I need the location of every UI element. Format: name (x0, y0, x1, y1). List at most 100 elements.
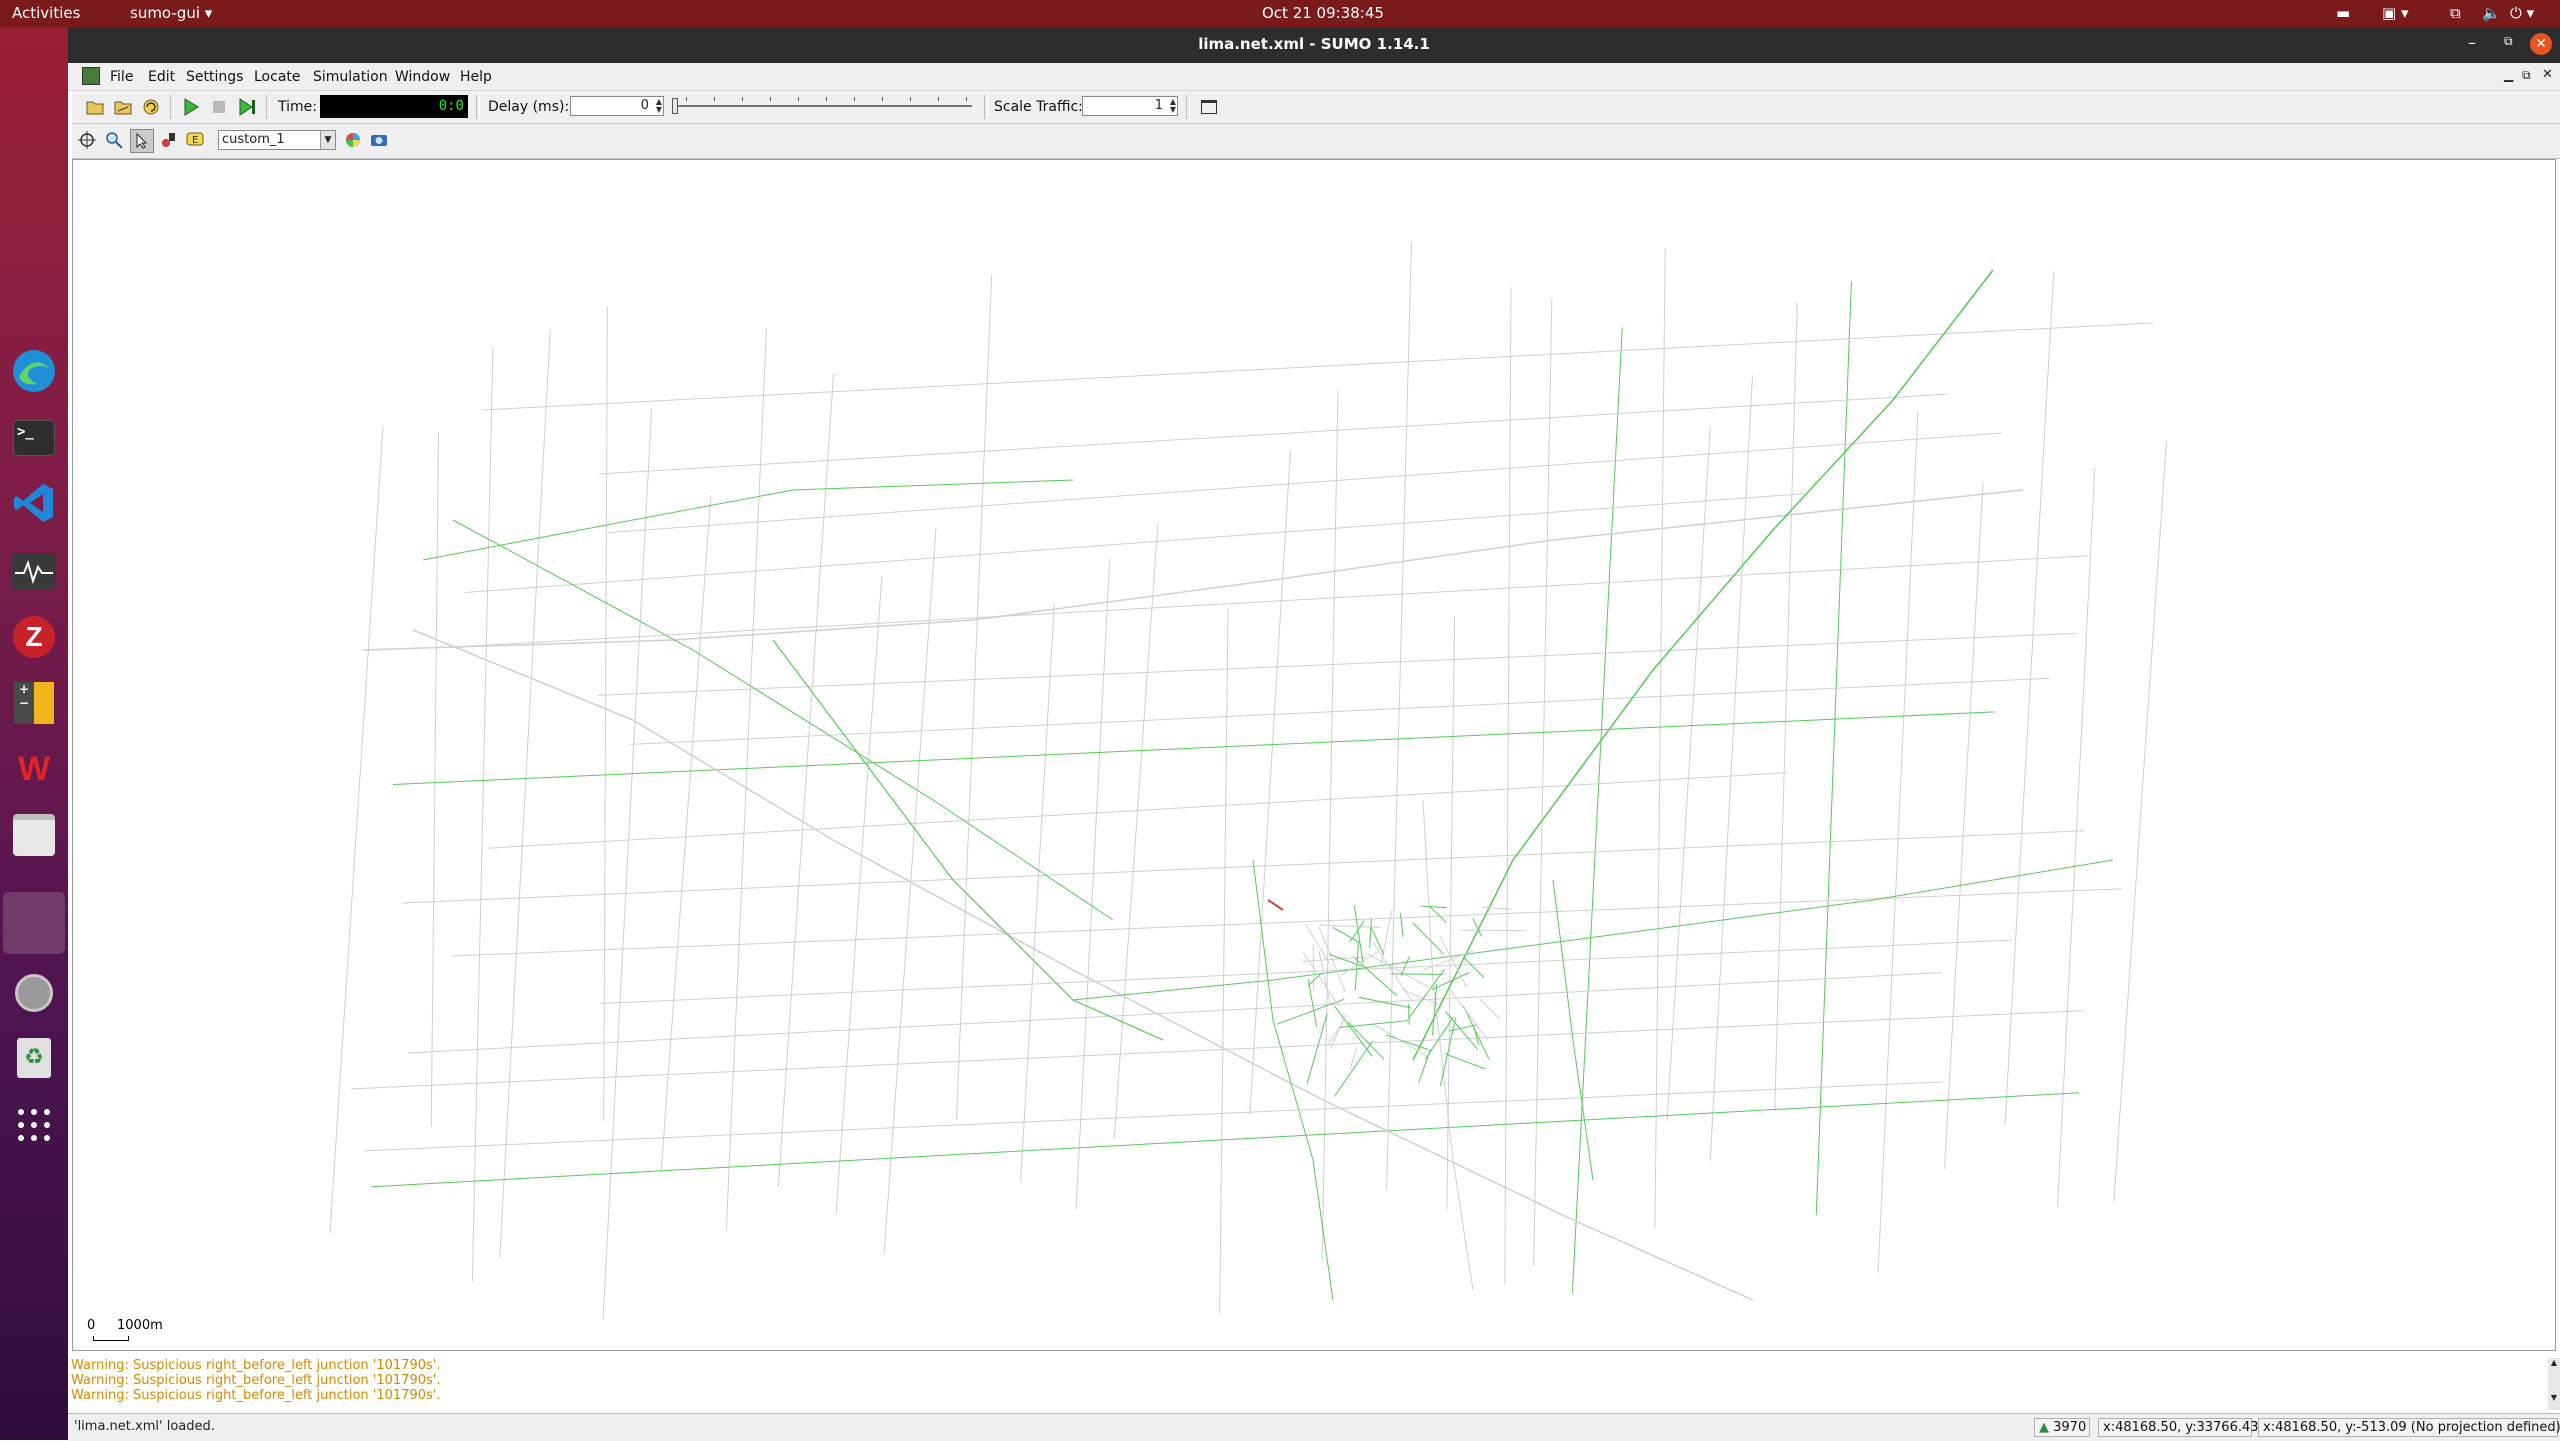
city-road-edge[interactable] (1401, 957, 1409, 976)
scale-traffic-input[interactable]: 1 ▲▼ (1082, 96, 1178, 116)
menu-help[interactable]: Help (460, 69, 492, 85)
highway-edge[interactable] (363, 490, 2023, 650)
road-edge[interactable] (1387, 243, 1412, 1189)
city-road-edge[interactable] (1445, 1054, 1485, 1069)
city-road-edge[interactable] (1342, 952, 1378, 975)
app-icon[interactable] (82, 67, 100, 85)
road-edge[interactable] (1073, 860, 2113, 1000)
menu-settings[interactable]: Settings (186, 69, 243, 85)
city-road-edge[interactable] (1463, 1006, 1489, 1060)
wps-office-icon[interactable]: W (8, 743, 60, 795)
network-icon[interactable]: ⧉ (2450, 4, 2461, 22)
road-edge[interactable] (450, 556, 2088, 647)
highway-edge[interactable] (413, 630, 1753, 1300)
road-edge[interactable] (1534, 299, 1552, 1266)
scale-spinner-icon[interactable]: ▲▼ (1165, 98, 1176, 114)
city-road-edge[interactable] (1335, 1006, 1373, 1056)
road-edge[interactable] (1775, 303, 1798, 1111)
power-icon[interactable]: ⏻ ▾ (2510, 4, 2534, 22)
clock[interactable]: Oct 21 09:38:45 (1262, 4, 1384, 22)
road-edge[interactable] (2005, 271, 2054, 1125)
restore-icon[interactable]: ⧉ (2504, 34, 2513, 49)
road-edge[interactable] (661, 495, 711, 1171)
menu-simulation[interactable]: Simulation (313, 69, 388, 85)
keyboard-indicator-icon[interactable]: ▬ (2336, 4, 2350, 22)
select-mode-icon[interactable] (130, 129, 154, 153)
new-view-icon[interactable] (1198, 96, 1220, 118)
road-edge[interactable] (2057, 468, 2094, 1207)
locate-edge-icon[interactable]: E (184, 129, 206, 151)
road-edge[interactable] (1021, 603, 1055, 1182)
chevron-down-icon[interactable]: ▼ (320, 131, 335, 149)
road-edge[interactable] (1322, 390, 1338, 1261)
road-edge[interactable] (598, 633, 2076, 695)
delay-input[interactable]: 0 ▲▼ (570, 96, 664, 116)
road-edge[interactable] (408, 973, 1942, 1053)
road-edge[interactable] (1710, 375, 1752, 1161)
city-road-edge[interactable] (1421, 906, 1447, 907)
activities-button[interactable]: Activities (12, 4, 80, 22)
road-edge[interactable] (778, 374, 833, 1187)
city-road-edge[interactable] (1440, 1018, 1455, 1086)
disk-icon[interactable] (8, 967, 60, 1019)
log-scrollbar[interactable]: ▲ ▼ (2548, 1358, 2560, 1410)
city-road-edge[interactable] (1372, 1024, 1426, 1056)
city-road-edge[interactable] (1277, 999, 1344, 1024)
road-edge[interactable] (603, 409, 652, 1320)
run-icon[interactable] (180, 96, 202, 118)
terminal-icon[interactable]: >_ (8, 412, 60, 464)
road-edge[interactable] (403, 831, 2084, 903)
road-edge[interactable] (431, 432, 438, 1127)
volume-icon[interactable]: 🔈 (2482, 4, 2501, 22)
congested-edge[interactable] (1268, 900, 1283, 910)
road-edge[interactable] (351, 1011, 2084, 1089)
menu-locate[interactable]: Locate (254, 69, 301, 85)
city-road-edge[interactable] (1307, 1014, 1327, 1084)
road-edge[interactable] (453, 520, 1113, 920)
road-edge[interactable] (465, 494, 1805, 593)
stop-icon[interactable] (208, 96, 230, 118)
mdi-restore-icon[interactable]: ⧉ (2522, 68, 2531, 83)
road-edge[interactable] (487, 773, 1787, 849)
delay-slider[interactable] (672, 95, 972, 119)
road-edge[interactable] (1447, 616, 1455, 1210)
road-edge[interactable] (330, 426, 383, 1233)
road-edge[interactable] (1572, 327, 1622, 1292)
city-road-edge[interactable] (1370, 919, 1372, 948)
active-window-indicator[interactable] (3, 892, 65, 954)
window-titlebar[interactable]: lima.net.xml - SUMO 1.14.1 – ⧉ ✕ (68, 27, 2560, 63)
screenshot-icon[interactable] (368, 129, 390, 151)
road-edge[interactable] (1220, 608, 1228, 1314)
locate-junction-icon[interactable] (158, 129, 180, 151)
delay-slider-handle[interactable] (672, 98, 678, 114)
city-road-edge[interactable] (1391, 974, 1443, 975)
road-edge[interactable] (1250, 451, 1291, 1116)
road-edge[interactable] (1655, 248, 1665, 1228)
city-road-edge[interactable] (1308, 980, 1317, 1027)
app-grid-icon[interactable] (8, 1099, 60, 1151)
system-monitor-icon[interactable] (8, 545, 60, 597)
city-road-edge[interactable] (1409, 969, 1445, 1018)
calculator-icon[interactable]: +− (8, 677, 60, 729)
city-road-edge[interactable] (1333, 927, 1360, 943)
road-edge[interactable] (1878, 412, 1918, 1273)
reload-icon[interactable] (140, 96, 162, 118)
city-road-edge[interactable] (1413, 923, 1443, 954)
road-edge[interactable] (1423, 800, 1473, 1290)
close-icon[interactable]: ✕ (2530, 33, 2552, 55)
open-simulation-icon[interactable] (84, 96, 106, 118)
color-scheme-select[interactable]: custom_1 ▼ (218, 130, 336, 150)
city-road-edge[interactable] (1366, 953, 1428, 987)
road-edge[interactable] (607, 433, 2002, 533)
road-edge[interactable] (472, 348, 493, 1282)
road-edge[interactable] (1505, 288, 1511, 1285)
road-edge[interactable] (500, 329, 551, 1258)
road-network[interactable] (73, 160, 2555, 1350)
road-edge[interactable] (1816, 281, 1851, 1215)
road-edge[interactable] (364, 1082, 1943, 1151)
road-edge[interactable] (601, 940, 2011, 1003)
city-road-edge[interactable] (1403, 990, 1439, 1005)
road-edge[interactable] (1667, 428, 1710, 1122)
clipboard-icon[interactable]: ▣ ▾ (2382, 4, 2408, 22)
road-edge[interactable] (2114, 441, 2167, 1203)
